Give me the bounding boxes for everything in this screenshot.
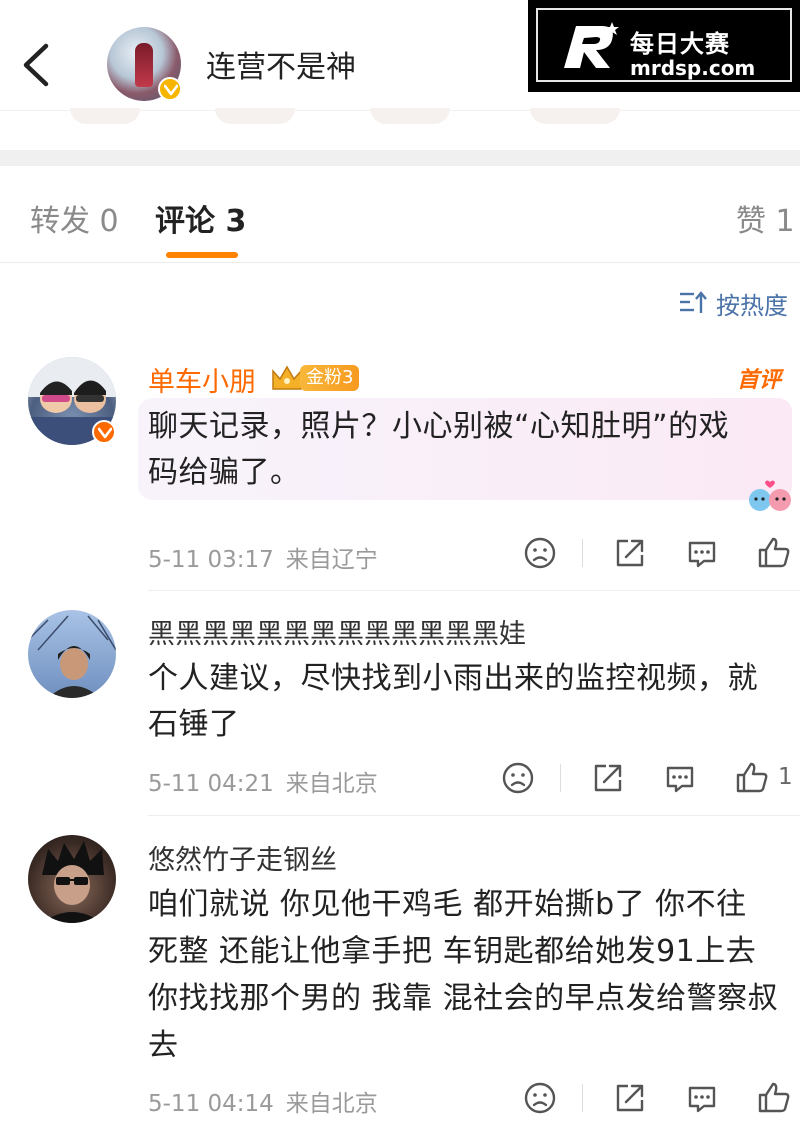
comment-icon (688, 541, 716, 568)
commenter-name[interactable]: 黑黑黑黑黑黑黑黑黑黑黑黑黑娃 (148, 612, 526, 651)
comment-divider (148, 590, 800, 591)
back-button[interactable] (18, 40, 58, 90)
faded-item (70, 108, 140, 124)
like-icon (758, 537, 790, 568)
like-button[interactable] (756, 535, 792, 571)
active-tab-indicator (166, 252, 238, 258)
comment-text-line: 个人建议，尽快找到小雨出来的监控视频，就 (148, 661, 758, 696)
share-button[interactable] (590, 760, 626, 796)
emoji-sticker-icon (749, 480, 791, 511)
comment-text-line: 你找找那个男的 我靠 混社会的早点发给警察叔 (148, 981, 779, 1016)
dislike-button[interactable] (500, 760, 536, 796)
like-button[interactable] (734, 760, 770, 796)
commenter-name[interactable]: 单车小朋 (148, 360, 256, 399)
faded-item (370, 108, 450, 124)
like-icon (736, 762, 768, 793)
comment-time: 5-11 04:21 (148, 771, 274, 797)
share-icon (594, 764, 622, 792)
watermark-title: 每日大赛 (630, 30, 730, 58)
comment-icon (688, 1086, 716, 1113)
sort-icon (680, 291, 707, 313)
reply-button[interactable] (684, 535, 720, 571)
faded-item (215, 108, 295, 124)
comment-time: 5-11 04:14 (148, 1091, 274, 1117)
dislike-icon (524, 537, 556, 569)
divider (560, 764, 561, 792)
comment-divider (148, 815, 800, 816)
watermark: 每日大赛 mrdsp.com (528, 0, 800, 92)
divider (582, 539, 583, 567)
commenter-name[interactable]: 悠然竹子走钢丝 (148, 838, 337, 877)
reply-button[interactable] (662, 760, 698, 796)
tab-comments[interactable]: 评论 3 (155, 196, 246, 240)
dislike-button[interactable] (522, 535, 558, 571)
commenter-avatar[interactable] (28, 610, 116, 698)
dislike-icon (524, 1082, 556, 1114)
comment-text-line: 码给骗了。 (148, 455, 301, 490)
share-button[interactable] (612, 1080, 648, 1116)
comment-icon (666, 766, 694, 793)
logo-icon (564, 22, 619, 68)
tabs-divider (0, 262, 800, 263)
comment-time: 5-11 03:17 (148, 547, 274, 573)
crown-icon (272, 365, 302, 390)
like-count: 1 (778, 764, 793, 790)
comment-meta: 5-11 04:14 来自北京 (148, 1084, 378, 1118)
comment-location: 来自辽宁 (285, 547, 378, 573)
tab-repost[interactable]: 转发 0 (30, 196, 119, 240)
tab-likes[interactable]: 赞 1 (736, 196, 795, 240)
dislike-icon (502, 762, 534, 794)
comment-text-line: 聊天记录，照片？小心别被“心知肚明”的戏 (148, 409, 730, 444)
watermark-url: mrdsp.com (630, 56, 756, 80)
commenter-avatar[interactable] (28, 835, 116, 923)
like-icon (758, 1082, 790, 1113)
dislike-button[interactable] (522, 1080, 558, 1116)
avatar-image (28, 615, 116, 698)
share-button[interactable] (612, 535, 648, 571)
comment-meta: 5-11 03:17 来自辽宁 (148, 540, 378, 574)
comment-text-line: 石锤了 (148, 707, 240, 742)
share-icon (616, 539, 644, 567)
fan-level-badge: 金粉3 (300, 365, 360, 391)
comment-meta: 5-11 04:21 来自北京 (148, 764, 378, 798)
comment-location: 来自北京 (285, 1091, 378, 1117)
author-name[interactable]: 连营不是神 (206, 42, 356, 86)
comment-text-line: 去 (148, 1028, 179, 1063)
faded-item (530, 108, 620, 124)
verified-badge-icon (158, 77, 182, 101)
comment-location: 来自北京 (285, 771, 378, 797)
section-separator (0, 150, 800, 166)
verified-badge-icon (92, 420, 116, 444)
comment-text-line: 死整 还能让他拿手把 车钥匙都给她发91上去 (148, 934, 757, 969)
avatar-image (42, 841, 104, 923)
reply-button[interactable] (684, 1080, 720, 1116)
sort-label: 按热度 (716, 292, 788, 320)
share-icon (616, 1084, 644, 1112)
first-comment-tag: 首评 (737, 368, 782, 393)
like-button[interactable] (756, 1080, 792, 1116)
comment-text-line: 咱们就说 你见他干鸡毛 都开始撕b了 你不往 (148, 887, 747, 922)
divider (582, 1084, 583, 1112)
chevron-left-icon (23, 43, 49, 87)
